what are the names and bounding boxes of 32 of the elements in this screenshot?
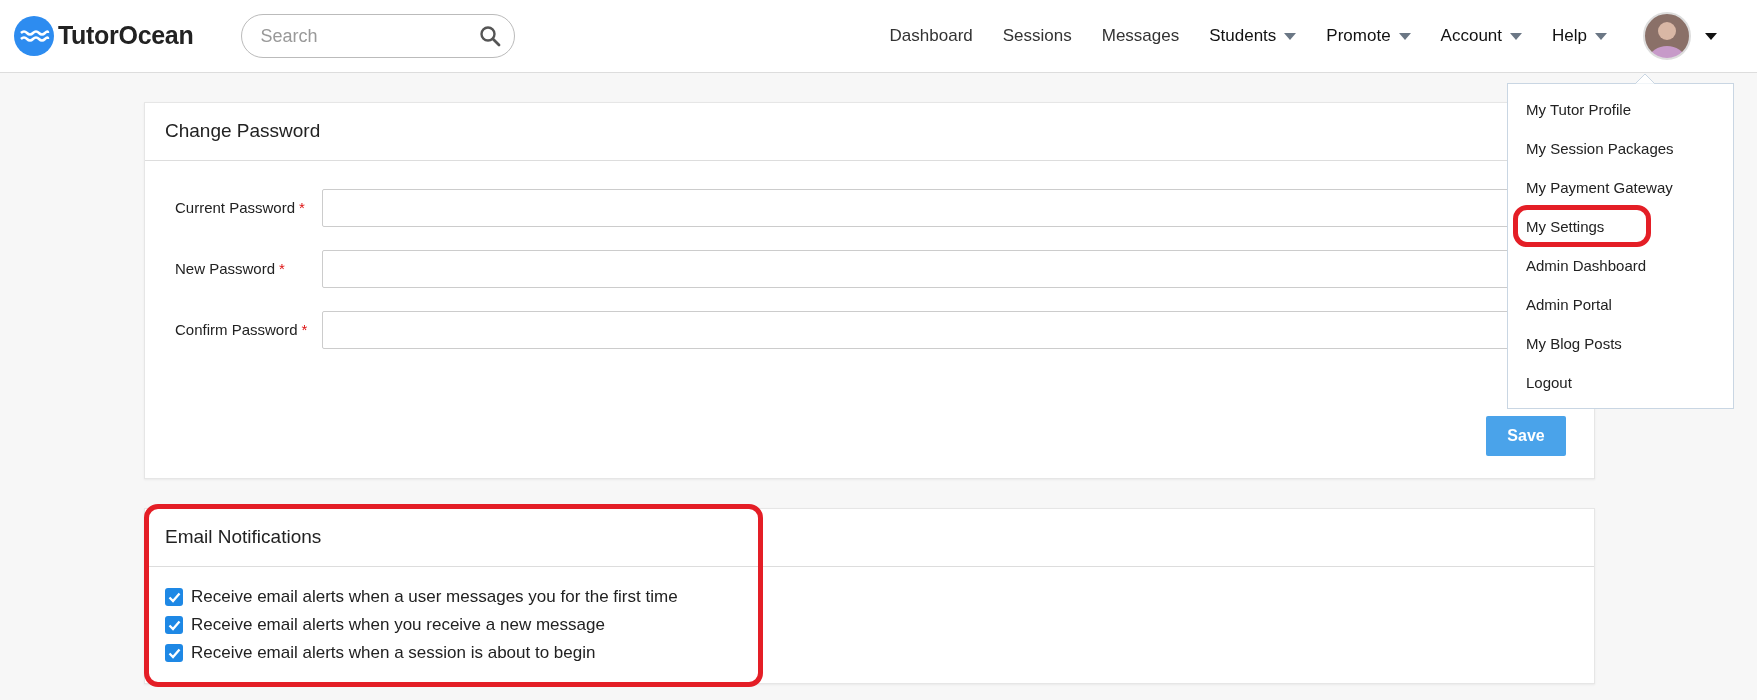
menu-item[interactable]: My Settings <box>1508 207 1733 246</box>
menu-item[interactable]: My Tutor Profile <box>1508 90 1733 129</box>
menu-item[interactable]: My Blog Posts <box>1508 324 1733 363</box>
checkbox[interactable] <box>165 616 183 634</box>
caret-icon[interactable] <box>1705 32 1717 40</box>
menu-item[interactable]: My Payment Gateway <box>1508 168 1733 207</box>
search-field[interactable]: Search <box>241 14 516 58</box>
checkbox-label[interactable]: Receive email alerts when you receive a new message <box>191 611 605 639</box>
nav-link[interactable]: Account <box>1440 23 1523 49</box>
field-label: Confirm Password * <box>174 319 309 340</box>
menu-item[interactable]: Admin Portal <box>1508 285 1733 324</box>
card-title: Change Password <box>165 119 321 144</box>
checkbox[interactable] <box>165 588 183 606</box>
nav-link[interactable]: Messages <box>1101 23 1180 49</box>
menu-item[interactable]: Logout <box>1508 363 1733 402</box>
menu-item[interactable]: Admin Dashboard <box>1508 246 1733 285</box>
checkbox-label[interactable]: Receive email alerts when a session is about to begin <box>191 639 596 667</box>
avatar[interactable] <box>1643 12 1691 60</box>
card-title: Email Notifications <box>165 525 322 550</box>
menu-item[interactable]: My Session Packages <box>1508 129 1733 168</box>
field-label: New Password * <box>174 258 286 279</box>
nav-link[interactable]: Promote <box>1326 23 1411 49</box>
search-icon[interactable] <box>479 25 502 47</box>
logo-icon <box>14 16 54 56</box>
nav-link[interactable]: Help <box>1552 23 1607 49</box>
nav-link[interactable]: Sessions <box>1002 23 1072 49</box>
checkbox-label[interactable]: Receive email alerts when a user messages you for the first time <box>191 583 678 611</box>
nav-link[interactable]: Students <box>1209 23 1297 49</box>
field-label: Current Password * <box>174 197 306 218</box>
brand-name[interactable]: TutorOcean <box>58 17 194 55</box>
checkbox[interactable] <box>165 644 183 662</box>
nav-link[interactable]: Dashboard <box>889 23 973 49</box>
